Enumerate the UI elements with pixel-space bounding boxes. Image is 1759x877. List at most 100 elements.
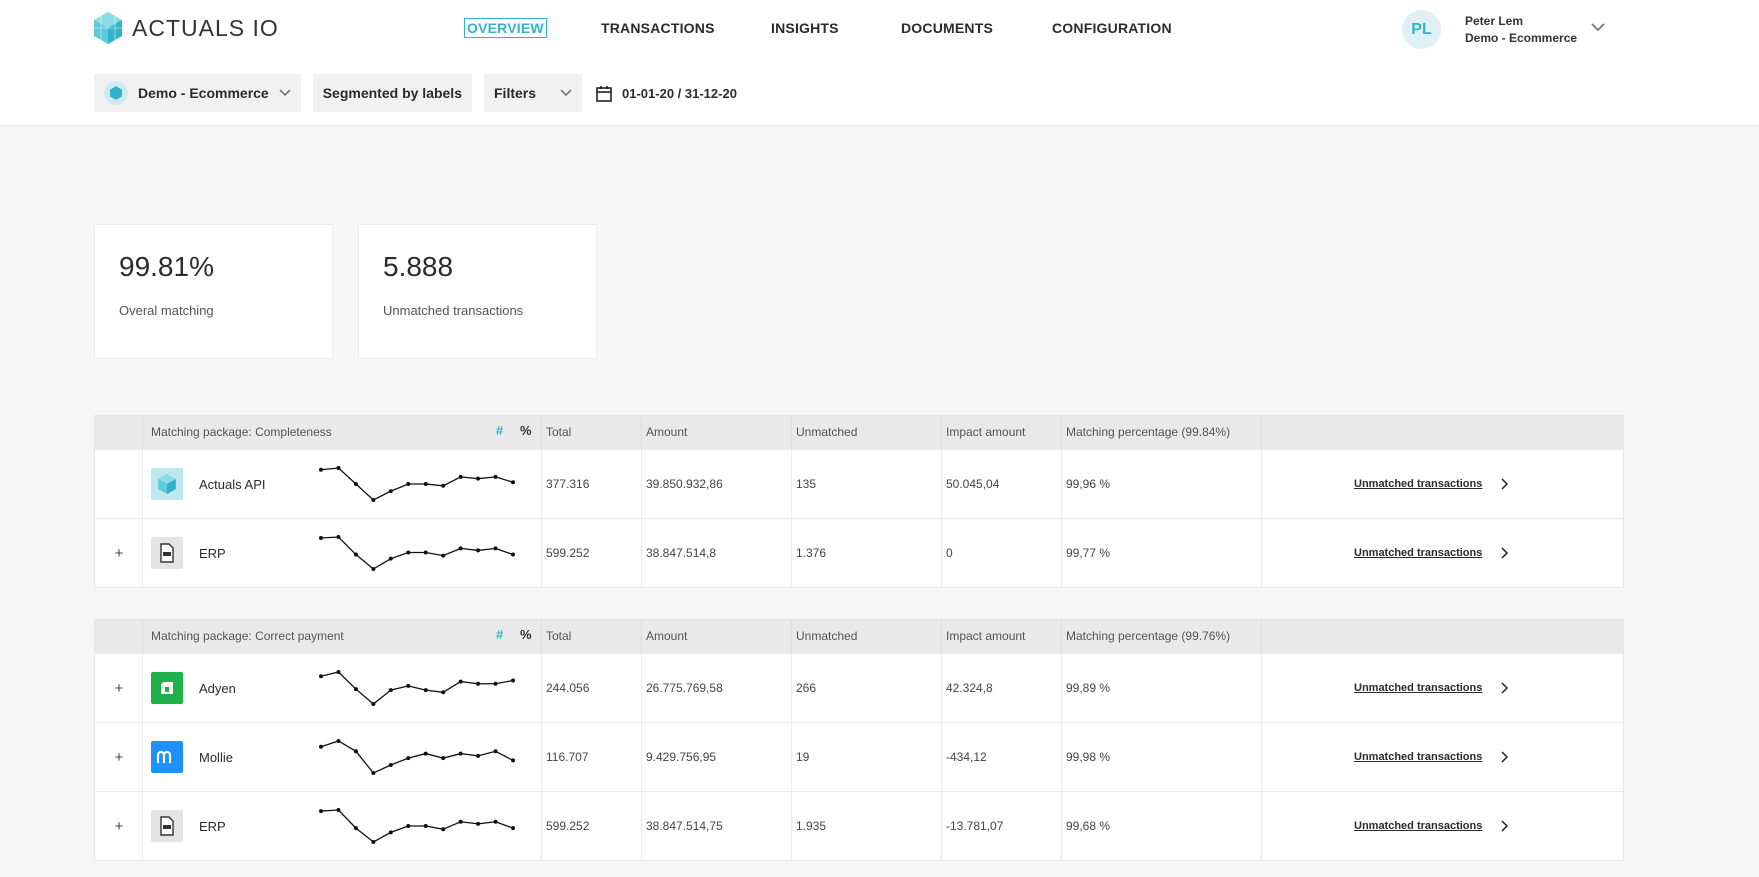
filters-dropdown[interactable]: Filters [484,74,583,112]
trend-point [319,744,323,749]
amount-cell: 9.429.756,95 [646,750,717,764]
table-row: + Mollie 116.707 9.429.756,95 19 -434,12 99,98… [95,722,1623,791]
trend-point [423,824,428,828]
matching-percentage-cell: 99,96 % [1066,477,1111,491]
expand-row-button[interactable]: + [111,723,127,791]
column-header: Matching percentage (99.76%) [1066,629,1231,643]
chevron-right-icon[interactable] [1501,519,1509,587]
trend-sparkline [319,808,515,844]
unmatched-transactions-link[interactable]: Unmatched transactions [1354,654,1482,722]
kpi-value: 99.81% [119,251,214,282]
user-name: Peter Lem [1465,13,1524,28]
column-header: Unmatched [796,425,858,439]
unmatched-cell: 135 [796,477,817,491]
unmatched-cell: 266 [796,681,817,695]
user-info: Peter Lem Demo - Ecommerce [1465,13,1577,47]
trend-point [371,771,376,775]
trend-point [371,702,376,706]
trend-point [441,553,446,558]
count-toggle[interactable]: # [496,627,503,642]
avatar: PL [1402,10,1441,49]
trend-point [406,824,411,828]
percent-toggle[interactable]: % [520,423,532,438]
trend-point [406,683,411,688]
trend-sparkline [319,670,515,706]
matching-table-completeness: Matching package: Completeness #% Total Amo… [94,415,1624,588]
unmatched-cell: 1.935 [796,819,827,833]
column-header: Total [546,425,572,439]
kpi-card-matching: 99.81% Overal matching [94,224,333,359]
unmatched-transactions-link[interactable]: Unmatched transactions [1354,450,1482,518]
table-row: Actuals API 377.316 39.850.932,86 135 50.045… [95,449,1623,518]
workspace-select[interactable]: Demo - Ecommerce [94,74,301,112]
trend-point [493,749,498,754]
toolbar: Demo - Ecommerce Segmented by labels Fil… [94,74,737,112]
trend-point [336,739,341,743]
trend-point [388,763,393,767]
trend-point [406,482,411,486]
chevron-down-icon[interactable] [1591,23,1605,32]
matching-percentage-cell: 99,68 % [1066,819,1111,833]
trend-point [336,535,341,539]
table-header: Matching package: Completeness #% Total Amo… [95,416,1623,449]
amount-cell: 39.850.932,86 [646,477,723,491]
chevron-right-icon[interactable] [1501,654,1509,722]
trend-point [511,826,515,831]
nav-configuration[interactable]: CONFIGURATION [1052,20,1172,36]
segment-button[interactable]: Segmented by labels [312,74,472,112]
trend-point [319,536,323,541]
kpi-label: Unmatched transactions [383,303,524,318]
trend-point [458,474,463,479]
trend-point [493,474,498,479]
trend-point [388,688,393,693]
total-cell: 599.252 [546,819,590,833]
expand-row-button[interactable]: + [111,654,127,722]
trend-point [511,480,515,485]
adyen-logo-icon [151,672,183,704]
unmatched-transactions-link[interactable]: Unmatched transactions [1354,792,1482,860]
impact-amount-cell: 42.324,8 [946,681,993,695]
total-cell: 244.056 [546,681,590,695]
unmatched-cell: 19 [796,750,810,764]
trend-point [511,678,515,683]
amount-cell: 26.775.769,58 [646,681,723,695]
nav-insights[interactable]: INSIGHTS [771,20,839,36]
total-cell: 377.316 [546,477,590,491]
date-range-picker[interactable]: 01-01-20 / 31-12-20 [596,85,737,102]
unmatched-transactions-link[interactable]: Unmatched transactions [1354,519,1482,587]
expand-row-button[interactable] [111,450,127,518]
kpi-card-unmatched: 5.888 Unmatched transactions [358,224,597,359]
column-header: Unmatched [796,629,858,643]
trend-point [458,546,463,551]
matching-percentage-cell: 99,89 % [1066,681,1111,695]
trend-point [406,550,411,555]
chevron-right-icon[interactable] [1501,450,1509,518]
trend-point [371,498,376,502]
chevron-down-icon [560,89,572,97]
trend-point [493,546,498,551]
count-toggle[interactable]: # [496,423,503,438]
expand-row-button[interactable]: + [111,519,127,587]
trend-point [476,821,481,826]
trend-point [493,819,498,824]
trend-point [476,753,481,758]
segment-label: Segmented by labels [322,85,462,101]
chevron-right-icon[interactable] [1501,792,1509,860]
trend-point [388,830,393,835]
trend-sparkline [319,739,515,775]
expand-row-button[interactable]: + [111,792,127,860]
nav-transactions[interactable]: TRANSACTIONS [601,20,715,36]
nav-overview[interactable]: OVERVIEW [464,18,547,38]
erp-file-icon [151,810,183,842]
source-name: ERP [199,818,226,834]
user-menu[interactable]: PL Peter Lem Demo - Ecommerce [1402,10,1605,49]
top-header: ACTUALS IO OVERVIEW TRANSACTIONS INSIGHT… [0,0,1759,125]
unmatched-transactions-link[interactable]: Unmatched transactions [1354,723,1482,791]
trend-point [371,840,376,844]
trend-point [476,548,481,553]
trend-point [458,679,463,684]
chevron-right-icon[interactable] [1501,723,1509,791]
source-name: Mollie [199,749,233,765]
nav-documents[interactable]: DOCUMENTS [901,20,993,36]
percent-toggle[interactable]: % [520,627,532,642]
